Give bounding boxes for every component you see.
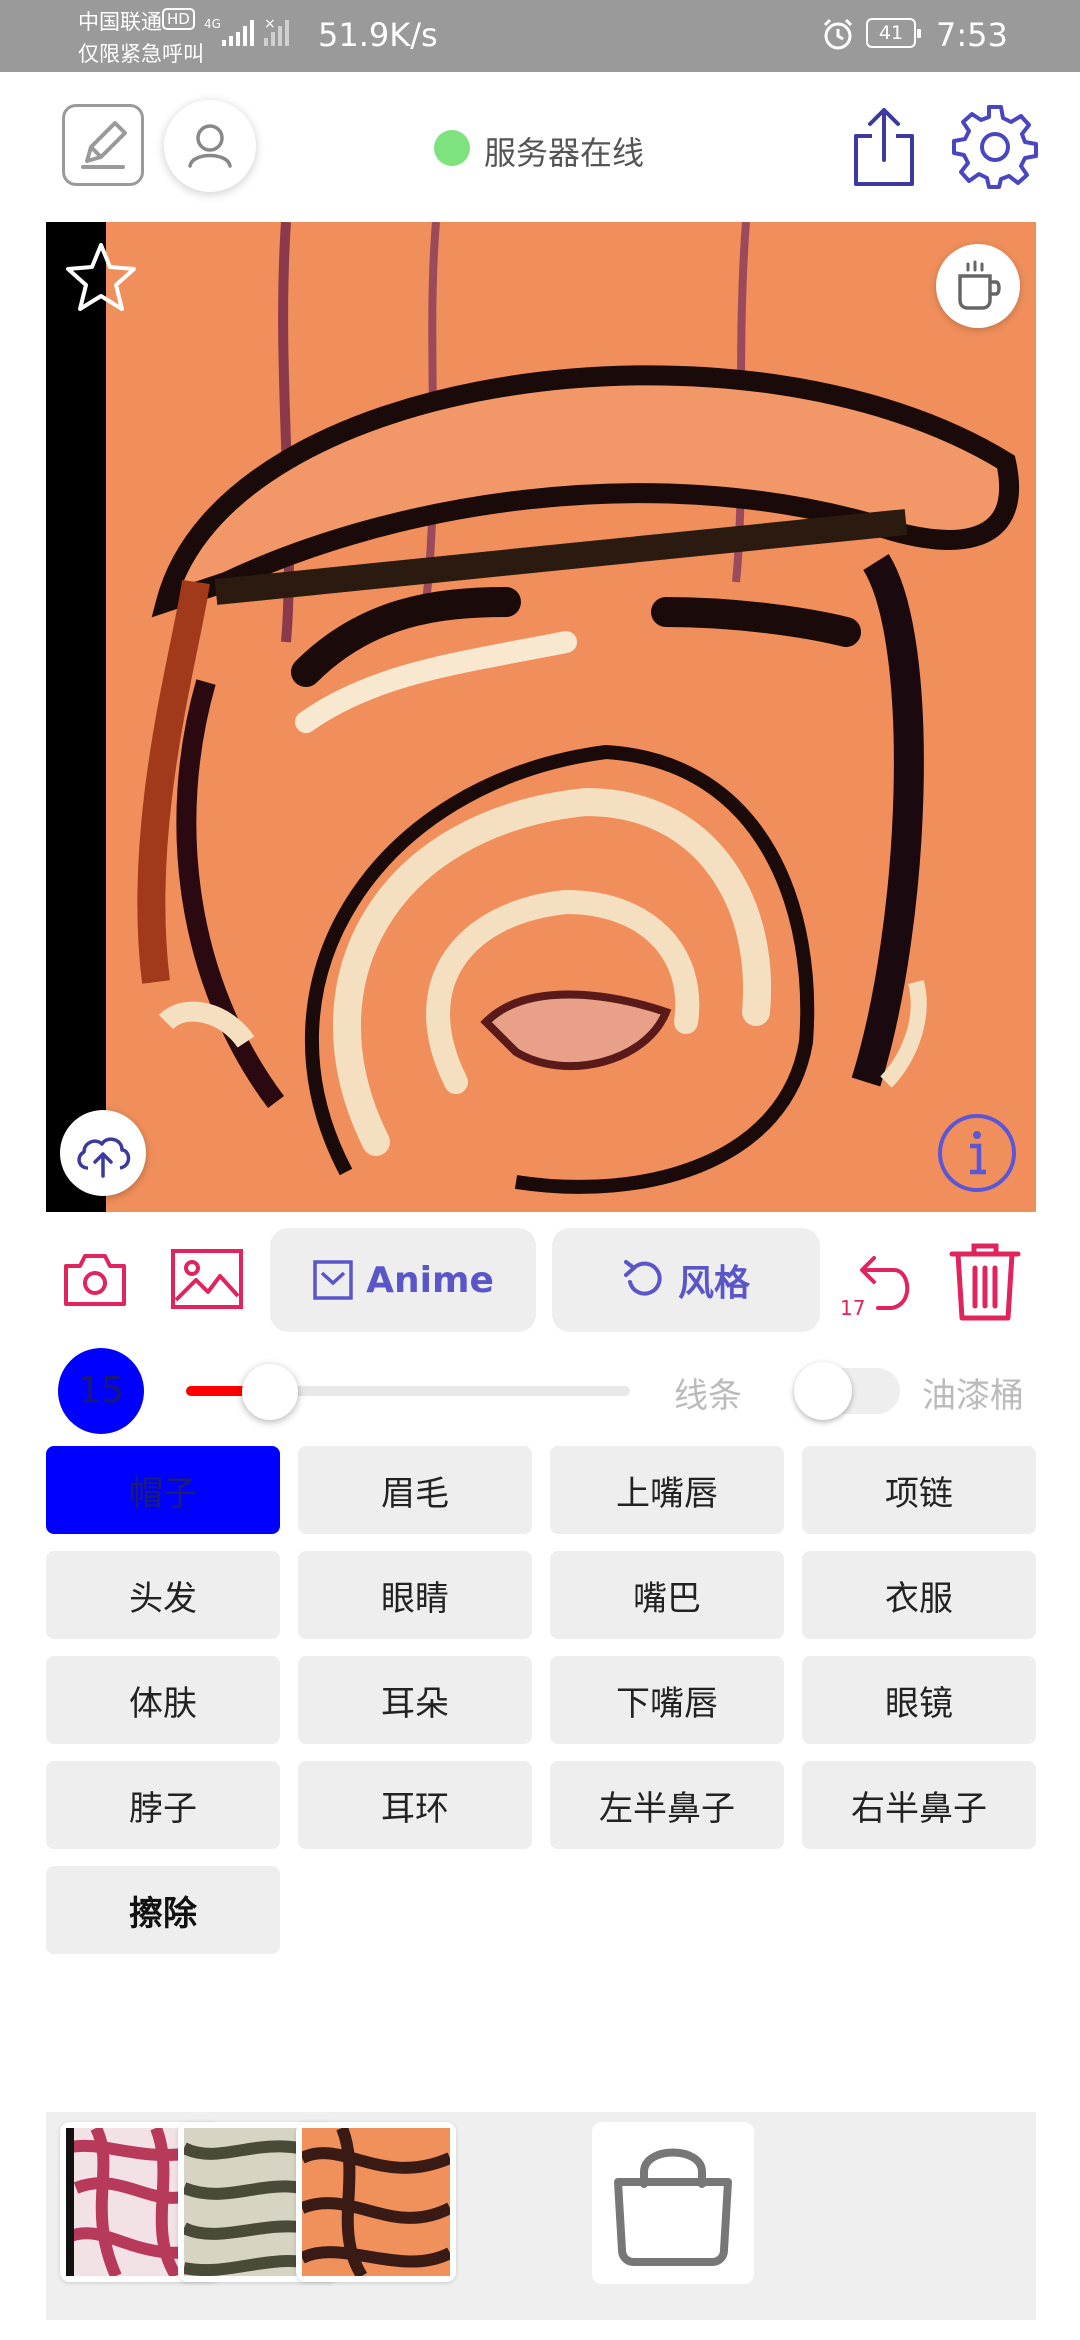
style-palette (46, 2112, 1036, 2320)
gear-icon (952, 105, 1038, 189)
erase-button[interactable]: 擦除 (46, 1866, 280, 1954)
top-bar: 服务器在线 (0, 72, 1080, 222)
face-part-button[interactable]: 眼镜 (802, 1656, 1036, 1744)
server-status-dot (434, 130, 470, 166)
canvas-edge-strip (46, 222, 106, 1212)
rotate-icon (623, 1260, 662, 1296)
face-part-button[interactable]: 眼睛 (298, 1551, 532, 1639)
style-label: 风格 (677, 1263, 750, 1304)
svg-text:4G: 4G (204, 17, 221, 31)
face-part-button[interactable]: 帽子 (46, 1446, 280, 1534)
signal-icon: 4G × (204, 16, 289, 46)
trash-icon (949, 1243, 1021, 1321)
cloud-upload-icon (77, 1137, 131, 1178)
line-mode-label: 线条 (674, 1376, 742, 1416)
face-part-button[interactable]: 脖子 (46, 1761, 280, 1849)
upload-button[interactable] (60, 1110, 146, 1196)
brush-controls: 15 线条 油漆桶 (0, 1346, 1080, 1436)
alarm-icon (823, 18, 853, 50)
face-part-button[interactable]: 头发 (46, 1551, 280, 1639)
face-part-button[interactable]: 耳朵 (298, 1656, 532, 1744)
face-part-button[interactable]: 嘴巴 (550, 1551, 784, 1639)
shopping-bag-icon (614, 2148, 732, 2266)
style-swatch[interactable] (296, 2122, 456, 2282)
face-part-button[interactable]: 耳环 (298, 1761, 532, 1849)
favorite-button[interactable] (64, 240, 138, 318)
anime-mode-label: Anime (366, 1259, 494, 1301)
server-status-text: 服务器在线 (484, 134, 645, 172)
edit-icon (81, 121, 127, 169)
brush-size-slider[interactable] (186, 1364, 630, 1420)
paint-bucket-label: 油漆桶 (922, 1376, 1024, 1416)
carrier-name: 中国联通 (78, 10, 162, 34)
image-icon (171, 1249, 243, 1309)
shop-button[interactable] (592, 2122, 754, 2284)
clock: 7:53 (936, 16, 1008, 54)
camera-icon (64, 1254, 126, 1306)
carrier-status: 仅限紧急呼叫 (78, 42, 204, 66)
undo-button[interactable]: 17 (838, 1246, 918, 1326)
toggle-thumb (794, 1362, 852, 1420)
brush-size-thumb[interactable] (242, 1364, 299, 1420)
anime-mode-button[interactable]: Anime (270, 1228, 536, 1332)
brush-size-indicator: 15 (58, 1348, 144, 1434)
coffee-button[interactable] (936, 244, 1020, 328)
info-icon (938, 1114, 1016, 1192)
battery-indicator: 41 (866, 18, 921, 48)
tool-row: Anime 风格 17 (0, 1228, 1080, 1332)
face-part-button[interactable]: 衣服 (802, 1551, 1036, 1639)
network-speed: 51.9K/s (318, 16, 438, 54)
swatch-pattern-orange (302, 2128, 450, 2276)
share-button[interactable] (848, 104, 920, 194)
svg-text:×: × (264, 16, 276, 32)
camera-button[interactable] (62, 1250, 128, 1312)
canvas-artwork (46, 222, 1036, 1212)
info-button[interactable] (936, 1112, 1018, 1198)
star-icon (66, 243, 136, 311)
face-part-button[interactable]: 眉毛 (298, 1446, 532, 1534)
edit-button[interactable] (62, 104, 144, 186)
share-icon (854, 108, 914, 186)
mail-icon (313, 1260, 353, 1300)
undo-count: 17 (840, 1296, 866, 1320)
face-part-button[interactable]: 体肤 (46, 1656, 280, 1744)
hd-badge: HD (162, 8, 195, 30)
status-bar: 中国联通 HD 仅限紧急呼叫 4G × 51.9K/s 41 7:53 (0, 0, 1080, 72)
settings-button[interactable] (952, 104, 1038, 194)
gallery-button[interactable] (170, 1248, 244, 1314)
paint-bucket-toggle[interactable] (794, 1362, 900, 1420)
coffee-cup-icon (958, 260, 1001, 310)
face-part-button[interactable]: 项链 (802, 1446, 1036, 1534)
user-button[interactable] (164, 100, 256, 192)
user-icon (188, 124, 232, 168)
face-part-button[interactable]: 下嘴唇 (550, 1656, 784, 1744)
face-part-button[interactable]: 左半鼻子 (550, 1761, 784, 1849)
delete-button[interactable] (948, 1240, 1022, 1326)
style-button[interactable]: 风格 (552, 1228, 820, 1332)
face-part-button[interactable]: 上嘴唇 (550, 1446, 784, 1534)
face-part-button[interactable]: 右半鼻子 (802, 1761, 1036, 1849)
drawing-canvas[interactable] (46, 222, 1036, 1212)
